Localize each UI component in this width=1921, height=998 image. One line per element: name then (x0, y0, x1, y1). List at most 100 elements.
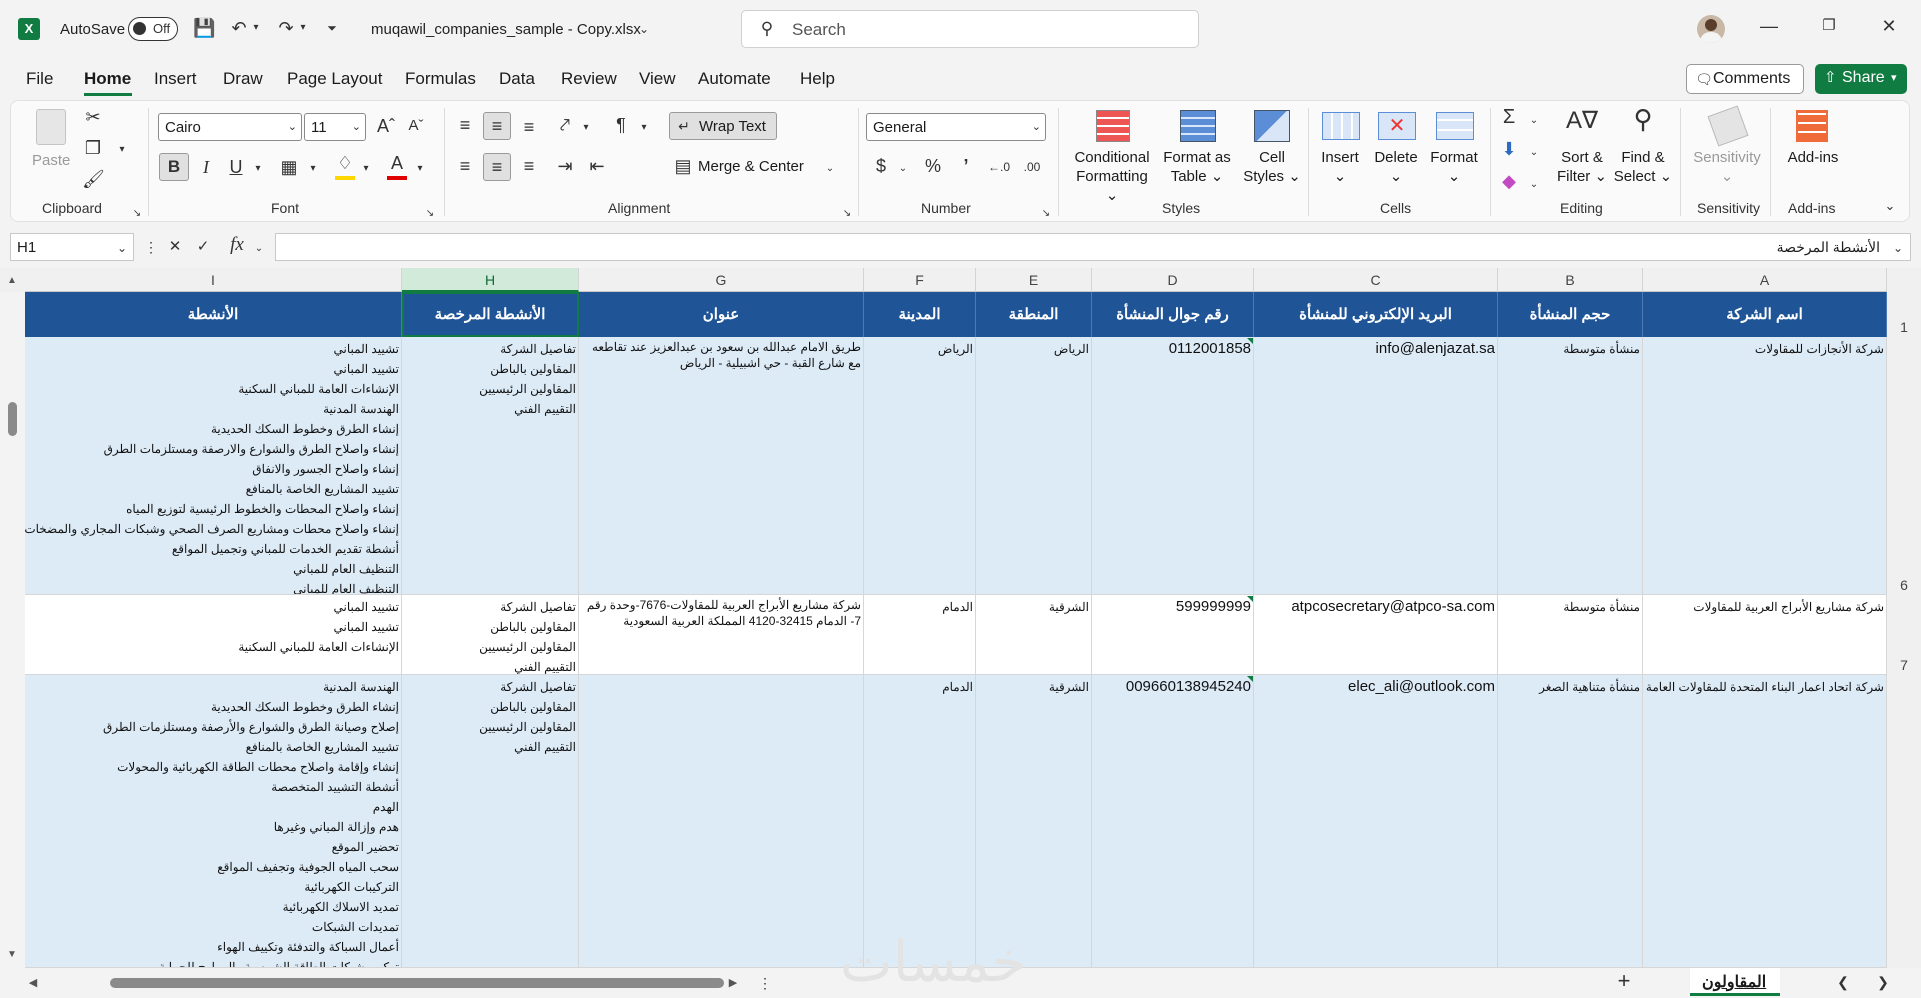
delete-cells-button[interactable]: ✕ Delete ⌄ (1368, 106, 1424, 190)
vertical-scrollbar[interactable] (0, 292, 25, 968)
copy-icon[interactable]: ❐ (82, 137, 104, 159)
autosave-toggle[interactable]: Off (128, 17, 178, 41)
cancel-entry-icon[interactable]: ✕ (166, 236, 184, 258)
decrease-decimal-icon[interactable]: .00 (1018, 156, 1046, 178)
header-cell-i[interactable]: الأنشطة (25, 292, 402, 337)
row-header[interactable] (1887, 675, 1921, 968)
header-cell-g[interactable]: عنوان (579, 292, 864, 337)
wrap-text-button[interactable]: ↵ Wrap Text (669, 112, 777, 140)
avatar[interactable] (1697, 15, 1725, 43)
increase-decimal-icon[interactable]: ←.0 (985, 156, 1013, 178)
row-header[interactable]: 6 (1887, 337, 1921, 595)
column-header-h[interactable]: H (402, 268, 579, 292)
cell-d[interactable]: 599999999 (1092, 597, 1254, 675)
cell-b[interactable]: منشأة متوسطة (1498, 339, 1643, 595)
clear-icon[interactable]: ◆ (1498, 170, 1520, 192)
align-right-icon[interactable]: ≡ (518, 155, 540, 177)
align-bottom-icon[interactable]: ≡ (518, 116, 540, 138)
cell-g[interactable] (579, 677, 864, 968)
redo-dropdown-icon[interactable]: ▾ (297, 17, 309, 39)
alignment-launcher-icon[interactable]: ↘ (841, 203, 853, 225)
scroll-left-icon[interactable]: ◀ (26, 972, 40, 994)
header-cell-b[interactable]: حجم المنشأة (1498, 292, 1643, 337)
cell-h[interactable]: تفاصيل الشركة المقاولين بالباطن المقاولين … (402, 677, 579, 968)
cell-e[interactable]: الرياض (976, 339, 1092, 595)
borders-icon[interactable]: ▦ (278, 156, 300, 178)
clear-dropdown-icon[interactable]: ⌄ (1528, 174, 1540, 196)
number-format-combo[interactable]: General ⌄ (866, 113, 1046, 141)
header-cell-f[interactable]: المدينة (864, 292, 976, 337)
align-top-icon[interactable]: ≡ (454, 114, 476, 136)
cell-e[interactable]: الشرقية (976, 597, 1092, 675)
paste-button[interactable]: Paste (28, 107, 74, 177)
copy-dropdown-icon[interactable]: ▾ (116, 139, 128, 161)
decrease-font-icon[interactable]: Aˇ (404, 115, 428, 137)
tab-draw[interactable]: Draw (223, 69, 263, 89)
cut-icon[interactable]: ✂ (82, 106, 104, 128)
fill-color-icon[interactable]: ♢ (334, 152, 356, 174)
cell-f[interactable]: الدمام (864, 677, 976, 968)
cell-c[interactable]: elec_ali@outlook.com (1254, 677, 1498, 968)
cell-i[interactable]: تشييد المباني تشييد المباني الإنشاءات العا… (25, 597, 402, 675)
autosum-icon[interactable]: Σ (1498, 106, 1520, 128)
conditional-formatting-button[interactable]: Conditional Formatting ⌄ (1068, 106, 1156, 204)
font-color-icon[interactable]: A (386, 152, 408, 174)
cell-h[interactable]: تفاصيل الشركة المقاولين بالباطن المقاولين … (402, 339, 579, 595)
merge-center-icon[interactable]: ▤ (672, 155, 694, 177)
file-name[interactable]: muqawil_companies_sample - Copy.xlsx (371, 21, 641, 38)
tab-formulas[interactable]: Formulas (405, 69, 476, 89)
header-cell-d[interactable]: رقم جوال المنشأة (1092, 292, 1254, 337)
sheet-tab-active[interactable]: المقاولون (1690, 968, 1780, 996)
cell-i[interactable]: الهندسة المدنية إنشاء الطرق وخطوط السكك ا… (25, 677, 402, 968)
format-cells-button[interactable]: Format ⌄ (1424, 106, 1484, 190)
insert-function-icon[interactable]: fx (226, 234, 248, 256)
fill-icon[interactable]: ⬇ (1498, 138, 1520, 160)
cell-d[interactable]: 009660138945240 (1092, 677, 1254, 968)
scroll-down-icon[interactable]: ▼ (4, 944, 20, 966)
clipboard-launcher-icon[interactable]: ↘ (131, 203, 143, 225)
minimize-icon[interactable]: — (1758, 15, 1780, 37)
underline-dropdown-icon[interactable]: ▾ (252, 158, 264, 180)
tab-help[interactable]: Help (800, 69, 835, 89)
comments-button[interactable]: 🗨 Comments (1686, 64, 1804, 94)
column-header-g[interactable]: G (579, 268, 864, 292)
merge-center-label[interactable]: Merge & Center (698, 158, 804, 175)
align-middle-button[interactable]: ≡ (483, 112, 511, 140)
tab-insert[interactable]: Insert (154, 69, 197, 89)
scroll-up-icon[interactable]: ▲ (4, 270, 20, 292)
customize-toolbar-icon[interactable]: ⏷ (324, 17, 340, 39)
cell-styles-button[interactable]: Cell Styles ⌄ (1240, 106, 1304, 190)
percent-icon[interactable]: % (922, 155, 944, 177)
column-header-b[interactable]: B (1498, 268, 1643, 292)
insert-function-dropdown-icon[interactable]: ⌄ (253, 238, 265, 260)
tab-page-layout[interactable]: Page Layout (287, 69, 382, 89)
column-header-d[interactable]: D (1092, 268, 1254, 292)
borders-dropdown-icon[interactable]: ▾ (307, 158, 319, 180)
column-header-f[interactable]: F (864, 268, 976, 292)
column-header-a[interactable]: A (1643, 268, 1887, 292)
sensitivity-button[interactable]: Sensitivity ⌄ (1686, 105, 1768, 190)
align-left-icon[interactable]: ≡ (454, 155, 476, 177)
cell-a[interactable]: شركة اتحاد اعمار البناء المتحدة للمقاولا… (1643, 677, 1887, 968)
format-painter-icon[interactable]: 🖌 (82, 168, 105, 190)
tab-automate[interactable]: Automate (698, 69, 771, 89)
worksheet-grid[interactable]: ▲ I H G F E D C B A ▼ الأنشطة الأنشطة ال… (0, 268, 1921, 968)
name-box[interactable]: H1 ⌄ (10, 233, 134, 261)
file-name-chevron-icon[interactable]: ⌄ (637, 18, 651, 40)
increase-indent-icon[interactable]: ⇥ (554, 155, 576, 177)
search-box[interactable]: ⚲ Search (741, 10, 1199, 48)
formula-more-icon[interactable]: ⋮ (144, 236, 158, 258)
formula-input[interactable]: الأنشطة المرخصة ⌄ (275, 233, 1911, 261)
cell-b[interactable]: منشأة متوسطة (1498, 597, 1643, 675)
find-select-button[interactable]: ⚲ Find & Select ⌄ (1612, 106, 1674, 190)
comma-style-icon[interactable]: ’ (955, 155, 977, 177)
header-cell-c[interactable]: البريد الإلكتروني للمنشأة (1254, 292, 1498, 337)
next-sheet-icon[interactable]: ❯ (1876, 971, 1890, 993)
column-header-i[interactable]: I (25, 268, 402, 292)
restore-icon[interactable]: ❐ (1818, 15, 1840, 37)
share-button[interactable]: ⇧ Share ▾ (1815, 64, 1907, 94)
undo-icon[interactable]: ↶ (228, 17, 250, 39)
column-header-c[interactable]: C (1254, 268, 1498, 292)
cell-f[interactable]: الدمام (864, 597, 976, 675)
number-launcher-icon[interactable]: ↘ (1040, 203, 1052, 225)
